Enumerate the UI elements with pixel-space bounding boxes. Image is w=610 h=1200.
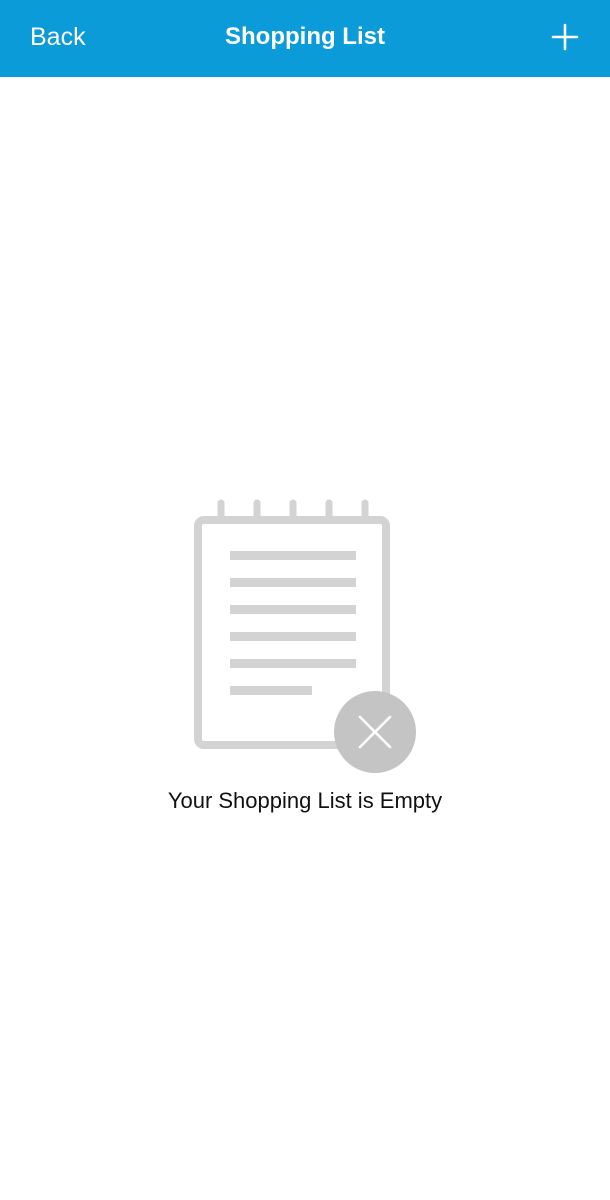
- empty-state-message: Your Shopping List is Empty: [167, 788, 443, 813]
- close-icon: [334, 691, 416, 773]
- back-button[interactable]: Back: [30, 0, 86, 77]
- shopping-list-screen: Back Shopping List Your Shopping List is…: [0, 0, 610, 1200]
- page-title: Shopping List: [225, 23, 385, 50]
- empty-list-illustration: [190, 495, 420, 775]
- add-item-button[interactable]: [550, 22, 580, 52]
- plus-icon: [551, 23, 579, 51]
- navigation-bar: Back Shopping List: [0, 0, 610, 77]
- empty-notepad-icon: [194, 499, 416, 773]
